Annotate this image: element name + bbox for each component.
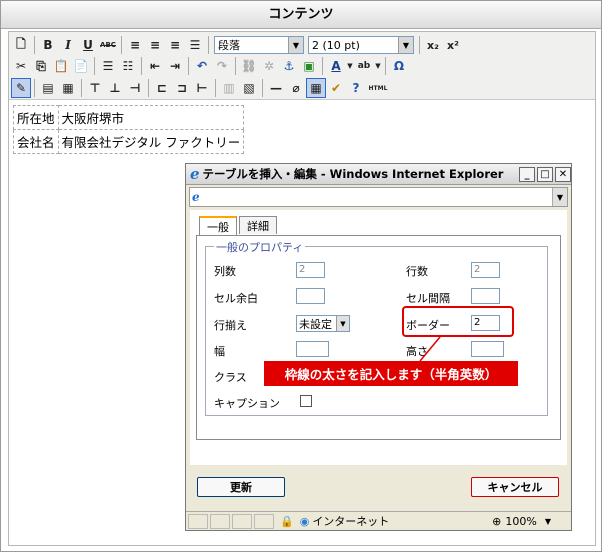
tab-general[interactable]: 一般 bbox=[199, 216, 237, 235]
annotation-callout: 枠線の太さを記入します（半角英数） bbox=[264, 361, 518, 386]
callout-pointer bbox=[419, 336, 441, 362]
callout-line bbox=[419, 336, 441, 362]
